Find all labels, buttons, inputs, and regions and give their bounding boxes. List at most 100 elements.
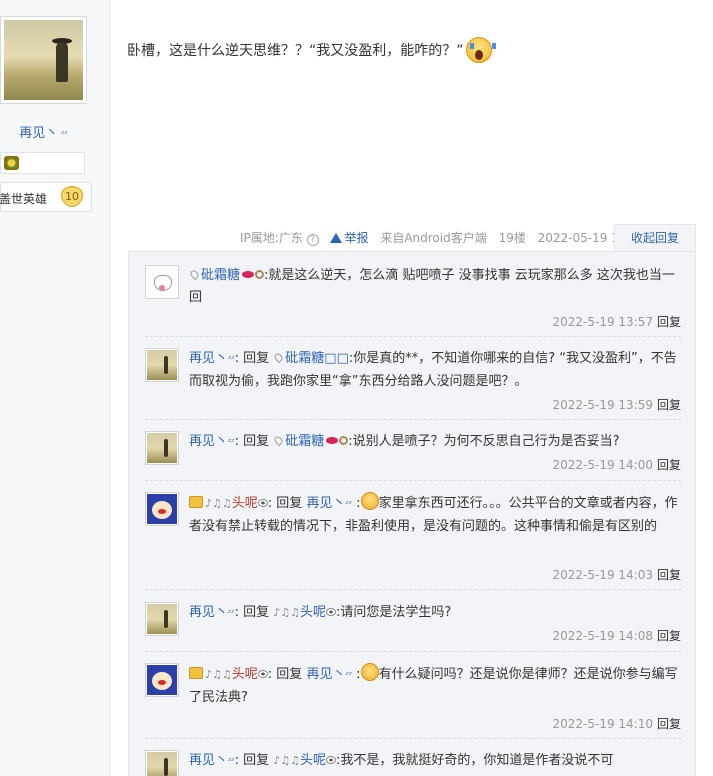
reply-item: 再见丶ᶻᶻ: 回复 砒霜糖:说别人是喷子？为何不反思自己行为是否妥当? 2022… [145, 431, 681, 481]
reply-button[interactable]: 回复 [657, 458, 681, 472]
lips-icon [242, 271, 255, 278]
scream-emoji-icon [465, 37, 496, 63]
author-column: 再见丶 ᶻᶻ 盖世英雄 10 [0, 0, 110, 776]
location-pin-icon [273, 351, 285, 364]
reply-meta: 2022-5-19 13:59 回复 [552, 396, 681, 413]
laugh-emoji-icon [360, 492, 379, 510]
reply-body: ♪♫♫头呢: 回复 再见丶ᶻᶻ : 家里拿东西可还行。。。公共平台的文章或者内容，… [189, 492, 681, 538]
reply-time: 2022-5-19 14:10 [552, 717, 653, 731]
reply-username[interactable]: 再见丶 [189, 351, 228, 366]
reply-body: 再见丶ᶻᶻ: 回复 ♪♫♫头呢:我不是，我就挺好奇的，你知道是作者没说不可 [189, 753, 614, 768]
reply-time: 2022-5-19 14:08 [552, 629, 653, 643]
reply-button[interactable]: 回复 [657, 315, 681, 329]
reply-target[interactable]: 头呢 [300, 753, 326, 768]
dog-avatar-image [147, 665, 177, 695]
reply-meta: 2022-5-19 13:57 回复 [552, 313, 681, 330]
reply-username[interactable]: 头呢 [232, 496, 258, 511]
reply-avatar[interactable] [145, 492, 179, 526]
badge-row [0, 152, 85, 174]
reply-avatar[interactable] [145, 265, 179, 299]
reply-body: 再见丶ᶻᶻ: 回复 ♪♫♫头呢:请问您是法学生吗? [189, 605, 452, 620]
avatar-image [147, 604, 177, 634]
reply-username[interactable]: 头呢 [232, 667, 258, 682]
reply-body: 再见丶ᶻᶻ: 回复 砒霜糖□□:你是真的**，不知道你哪来的自信? “我又没盈利… [189, 351, 677, 389]
post-meta-bar: IP属地:广东 ? 举报 来自Android客户端 19楼 2022-05-19… [240, 229, 646, 246]
warning-icon [330, 233, 343, 243]
cat-avatar-image [147, 267, 177, 297]
reply-username[interactable]: 再见丶 [189, 434, 228, 449]
reply-avatar[interactable] [145, 431, 179, 465]
author-name-row[interactable]: 再见丶 ᶻᶻ [0, 122, 87, 141]
avatar-image [147, 350, 177, 380]
reply-username[interactable]: 再见丶 [189, 753, 228, 768]
reply-avatar[interactable] [145, 348, 179, 382]
reply-target[interactable]: 头呢 [300, 605, 326, 620]
reply-avatar[interactable] [145, 602, 179, 636]
reply-item: 再见丶ᶻᶻ: 回复 砒霜糖□□:你是真的**，不知道你哪来的自信? “我又没盈利… [145, 348, 681, 420]
reply-text: :请问您是法学生吗? [336, 605, 452, 620]
reply-username[interactable]: 砒霜糖 [201, 268, 240, 283]
author-name[interactable]: 再见丶 [19, 126, 58, 141]
music-notes-icon: ♪♫♫ [273, 754, 301, 767]
reply-target[interactable]: 再见丶 [306, 667, 345, 682]
vip-crown-icon [189, 667, 203, 679]
eye-icon [257, 670, 268, 678]
reply-time: 2022-5-19 14:00 [552, 458, 653, 472]
sleep-icon: ᶻᶻ [61, 130, 68, 140]
sleep-icon: ᶻᶻ [228, 609, 235, 619]
reply-target[interactable]: 砒霜糖 [285, 434, 324, 449]
level-badge[interactable]: 盖世英雄 10 [0, 182, 92, 212]
reply-avatar[interactable] [145, 663, 179, 697]
avatar-image [147, 752, 177, 776]
reply-body: 再见丶ᶻᶻ: 回复 砒霜糖:说别人是喷子？为何不反思自己行为是否妥当? [189, 434, 620, 449]
medal-icon[interactable] [4, 156, 19, 170]
reply-button[interactable]: 回复 [657, 717, 681, 731]
reply-avatar[interactable] [145, 750, 179, 776]
reply-meta: 2022-5-19 14:08 回复 [552, 627, 681, 644]
report-link[interactable]: 举报 [330, 231, 369, 245]
reply-time: 2022-5-19 13:57 [552, 315, 653, 329]
reply-body: ♪♫♫头呢: 回复 再见丶ᶻᶻ : 有什么疑问吗？还是说你是律师？还是说你参与编写… [189, 663, 681, 709]
reply-meta: 2022-5-19 14:00 回复 [552, 456, 681, 473]
post-content: 卧槽，这是什么逆天思维？？“我又没盈利，能咋的？” [127, 37, 496, 63]
floor-number: 19楼 [498, 231, 526, 245]
reply-body: 砒霜糖:就是这么逆天，怎么滴 贴吧喷子 没事找事 云玩家那么多 这次我也当一回 [188, 265, 681, 309]
location-pin-icon [273, 434, 285, 447]
reply-item: ♪♫♫头呢: 回复 再见丶ᶻᶻ : 家里拿东西可还行。。。公共平台的文章或者内容，… [145, 492, 681, 590]
reply-item: ♪♫♫头呢: 回复 再见丶ᶻᶻ : 有什么疑问吗？还是说你是律师？还是说你参与编写… [145, 663, 681, 739]
reply-item: 再见丶ᶻᶻ: 回复 ♪♫♫头呢:我不是，我就挺好奇的，你知道是作者没说不可 [145, 750, 681, 776]
dog-avatar-image [147, 494, 177, 524]
avatar-image [147, 433, 177, 463]
reply-time: 2022-5-19 14:03 [552, 568, 653, 582]
reply-username[interactable]: 再见丶 [189, 605, 228, 620]
reply-meta: 2022-5-19 14:10 回复 [552, 715, 681, 732]
post-text: 卧槽，这是什么逆天思维？？“我又没盈利，能咋的？” [127, 43, 464, 59]
sleep-icon: ᶻᶻ [345, 671, 353, 681]
reply-button[interactable]: 回复 [657, 629, 681, 643]
music-notes-icon: ♪♫♫ [273, 606, 301, 619]
reply-meta: 2022-5-19 14:03 回复 [552, 566, 681, 583]
author-avatar[interactable] [0, 16, 87, 104]
sleep-icon: ᶻᶻ [345, 500, 353, 510]
music-notes-icon: ♪♫♫ [205, 668, 232, 681]
reply-item: 再见丶ᶻᶻ: 回复 ♪♫♫头呢:请问您是法学生吗? 2022-5-19 14:0… [145, 602, 681, 652]
post-source: 来自Android客户端 [380, 231, 487, 245]
magnifier-icon [339, 436, 349, 445]
sleep-icon: ᶻᶻ [228, 757, 235, 767]
reply-target[interactable]: 再见丶 [306, 496, 345, 511]
level-number: 10 [61, 186, 83, 207]
wink-emoji-icon [360, 663, 379, 681]
help-icon[interactable]: ? [306, 234, 319, 246]
avatar-image [4, 20, 83, 100]
reply-target[interactable]: 砒霜糖□□ [285, 351, 349, 366]
reply-button[interactable]: 回复 [657, 398, 681, 412]
location-pin-icon [188, 268, 201, 281]
collapse-replies-button[interactable]: 收起回复 [614, 224, 696, 252]
reply-item: 砒霜糖:就是这么逆天，怎么滴 贴吧喷子 没事找事 云玩家那么多 这次我也当一回 … [145, 265, 681, 337]
sleep-icon: ᶻᶻ [228, 438, 235, 448]
level-title: 盖世英雄 [0, 192, 48, 206]
reply-button[interactable]: 回复 [657, 568, 681, 582]
sleep-icon: ᶻᶻ [228, 355, 235, 365]
lips-icon [326, 437, 339, 444]
reply-panel: 砒霜糖:就是这么逆天，怎么滴 贴吧喷子 没事找事 云玩家那么多 这次我也当一回 … [128, 251, 696, 776]
